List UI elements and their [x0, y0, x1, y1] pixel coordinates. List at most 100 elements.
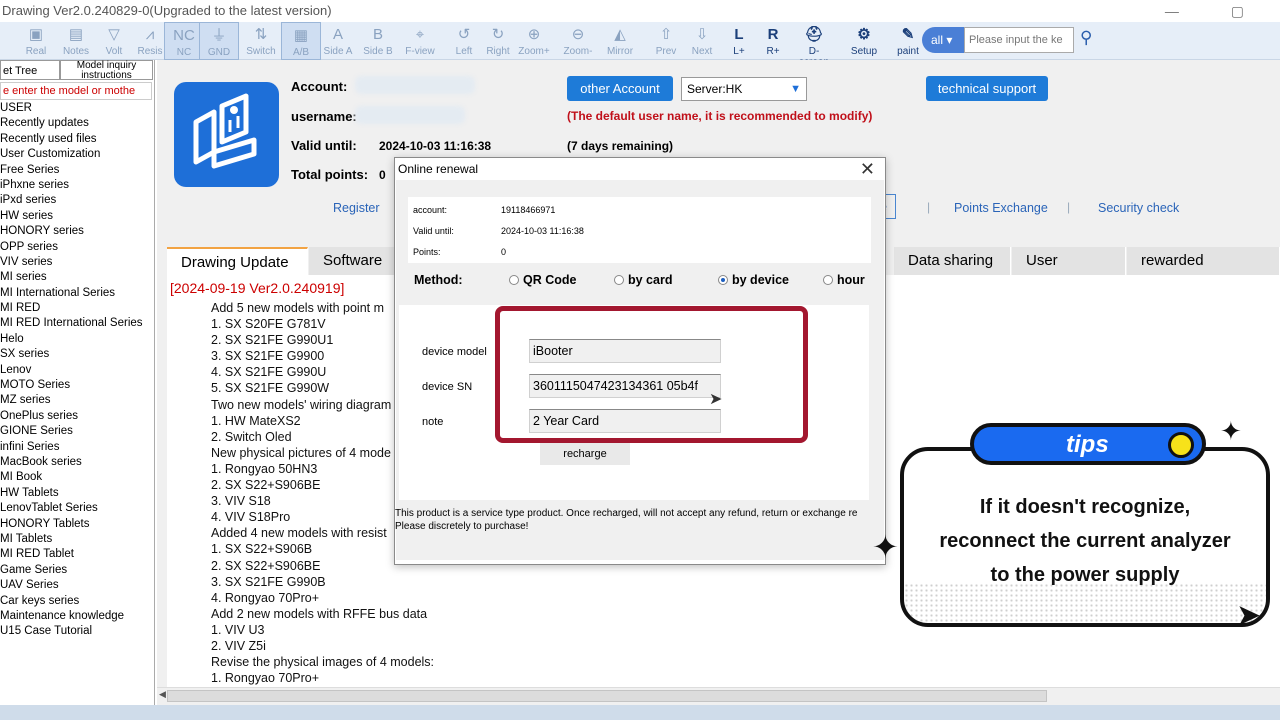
scroll-left-icon[interactable]: ◀ [159, 689, 166, 700]
radio-by-card[interactable]: by card [614, 273, 672, 287]
sidebar-tree-item[interactable]: User Customization [0, 147, 153, 162]
sidebar-tree-item[interactable]: MI RED International Series [0, 316, 153, 331]
sidebar-tree-item[interactable]: MZ series [0, 393, 153, 408]
sidebar-tree-item[interactable]: Game Series [0, 563, 153, 578]
sidebar-tree-item[interactable]: iPhxne series [0, 178, 153, 193]
next-icon: ⇩ [695, 26, 709, 43]
radio-hour[interactable]: hour [823, 273, 865, 287]
server-select[interactable]: Server:HK ▼ [681, 77, 807, 101]
toolbar-a-b-button[interactable]: ▦ A/B [281, 22, 321, 60]
sidebar-tree-item[interactable]: infini Series [0, 440, 153, 455]
security-check-link[interactable]: Security check [1098, 201, 1179, 215]
yellow-dot-icon [1168, 432, 1194, 458]
sidebar-tree-item[interactable]: MI Tablets [0, 532, 153, 547]
tab-model-inquiry[interactable]: Model inquiry instructions [60, 60, 153, 81]
sidebar-tree-item[interactable]: HW series [0, 209, 153, 224]
toolbar-right-button[interactable]: ↻ Right [478, 22, 518, 60]
search-icon[interactable]: ⚲ [1080, 28, 1092, 48]
tab-drawing-update[interactable]: Drawing Update [167, 247, 308, 275]
changelog-line: 1. VIV U3 [211, 622, 265, 637]
toolbar-mirror-button[interactable]: ◭ Mirror [600, 22, 640, 60]
close-icon[interactable]: ✕ [860, 159, 875, 180]
sidebar-tree-item[interactable]: MI International Series [0, 286, 153, 301]
valid-until-label: Valid until: [291, 138, 357, 153]
other-account-button[interactable]: other Account [567, 76, 673, 101]
sidebar-tree-item[interactable]: MI RED [0, 301, 153, 316]
sidebar-tree-item[interactable]: GIONE Series [0, 424, 153, 439]
tab-user-manual[interactable]: User Manual [1012, 247, 1126, 297]
refund-notice: This product is a service type product. … [395, 507, 883, 533]
gnd-icon: ⏚ [211, 27, 227, 44]
toolbar-gnd-button[interactable]: ⏚ GND [199, 22, 239, 60]
tab-rewarded-feedback[interactable]: rewarded feedback [1127, 247, 1280, 297]
highlight-frame [495, 306, 808, 443]
sparkle-icon: ✦ [1220, 416, 1242, 446]
sidebar-tree-item[interactable]: MacBook series [0, 455, 153, 470]
sidebar-tree-item[interactable]: MOTO Series [0, 378, 153, 393]
register-link[interactable]: Register [333, 201, 380, 215]
radio-qr-code[interactable]: QR Code [509, 273, 576, 287]
toolbar-nc-button[interactable]: NC NC [164, 22, 204, 60]
sidebar-tree-item[interactable]: Helo [0, 332, 153, 347]
toolbar-zoom--button[interactable]: ⊖ Zoom- [558, 22, 598, 60]
toolbar-volt-button[interactable]: ▽ Volt [94, 22, 134, 60]
sidebar-tree-item[interactable]: Recently used files [0, 132, 153, 147]
sidebar-tree-item[interactable]: HW Tablets [0, 486, 153, 501]
side-b-icon: B [372, 26, 383, 43]
sidebar-tree-item[interactable]: Lenov [0, 363, 153, 378]
radio-icon [823, 275, 833, 285]
tab-set-tree[interactable]: et Tree [0, 60, 60, 80]
sidebar-tree-item[interactable]: Recently updates [0, 116, 153, 131]
toolbar-side-a-button[interactable]: A Side A [318, 22, 358, 60]
toolbar-notes-button[interactable]: ▤ Notes [56, 22, 96, 60]
toolbar-setup-button[interactable]: ⚙ Setup [844, 22, 884, 60]
sidebar-tree-item[interactable]: Free Series [0, 163, 153, 178]
sidebar-tree-item[interactable]: MI Book [0, 470, 153, 485]
toolbar-r--button[interactable]: R R+ [753, 22, 793, 60]
radio-icon [614, 275, 624, 285]
toolbar-side-b-button[interactable]: B Side B [358, 22, 398, 60]
model-search-input[interactable]: e enter the model or mothe [0, 82, 152, 100]
sidebar-tree-item[interactable]: U15 Case Tutorial [0, 624, 153, 639]
sidebar-tree-item[interactable]: OPP series [0, 240, 153, 255]
horizontal-scrollbar[interactable]: ◀ [157, 687, 1280, 703]
window-controls[interactable]: — ▢ [1165, 0, 1268, 22]
sidebar-tree-item[interactable]: HONORY Tablets [0, 517, 153, 532]
sidebar-tree-item[interactable]: HONORY series [0, 224, 153, 239]
sidebar-tree-item[interactable]: Car keys series [0, 594, 153, 609]
sidebar-tree-item[interactable]: Maintenance knowledge [0, 609, 153, 624]
sidebar-tree-item[interactable]: UAV Series [0, 578, 153, 593]
account-info-box: account: 19118466971 Valid until: 2024-1… [408, 197, 871, 263]
sidebar-tree-item[interactable]: LenovTablet Series [0, 501, 153, 516]
changelog-line: Add 2 new models with RFFE bus data [211, 606, 428, 621]
toolbar-f-view-button[interactable]: ⌖ F-view [400, 22, 440, 60]
account-value-blurred [355, 76, 475, 94]
toolbar-search-input[interactable]: Please input the ke [964, 27, 1074, 53]
sidebar-tree-item[interactable]: USER [0, 101, 153, 116]
sidebar-tree-item[interactable]: MI RED Tablet [0, 547, 153, 562]
radio-by-device[interactable]: by device [718, 273, 789, 287]
recharge-button[interactable]: recharge [540, 443, 630, 465]
toolbar-switch-button[interactable]: ⇅ Switch [241, 22, 281, 60]
toolbar-next-button[interactable]: ⇩ Next [682, 22, 722, 60]
scrollbar-thumb[interactable] [167, 690, 1047, 702]
changelog-line: 1. Rongyao 70Pro+ [211, 671, 320, 686]
toolbar-prev-button[interactable]: ⇧ Prev [646, 22, 686, 60]
tips-text: If it doesn't recognize, reconnect the c… [896, 490, 1274, 592]
toolbar-zoom--button[interactable]: ⊕ Zoom+ [514, 22, 554, 60]
technical-support-button[interactable]: technical support [926, 76, 1048, 101]
sidebar-tree-item[interactable]: SX series [0, 347, 153, 362]
window-title: Drawing Ver2.0.240829-0(Upgraded to the … [2, 3, 332, 18]
sidebar-tree-item[interactable]: OnePlus series [0, 409, 153, 424]
tips-line-2: reconnect the current analyzer [939, 530, 1231, 552]
points-exchange-link[interactable]: Points Exchange [954, 201, 1048, 215]
tab-data-sharing[interactable]: Data sharing [894, 247, 1011, 275]
chevron-down-icon: ▼ [790, 83, 801, 95]
filter-select[interactable]: all ▾ [922, 27, 964, 53]
toolbar-d-screen-button[interactable]: ⛑D-screen [794, 22, 834, 68]
toolbar-real-button[interactable]: ▣ Real [16, 22, 56, 60]
sidebar-tree-item[interactable]: MI series [0, 270, 153, 285]
tab-software-update[interactable]: Software U [309, 247, 397, 297]
sidebar-tree-item[interactable]: iPxd series [0, 193, 153, 208]
sidebar-tree-item[interactable]: VIV series [0, 255, 153, 270]
